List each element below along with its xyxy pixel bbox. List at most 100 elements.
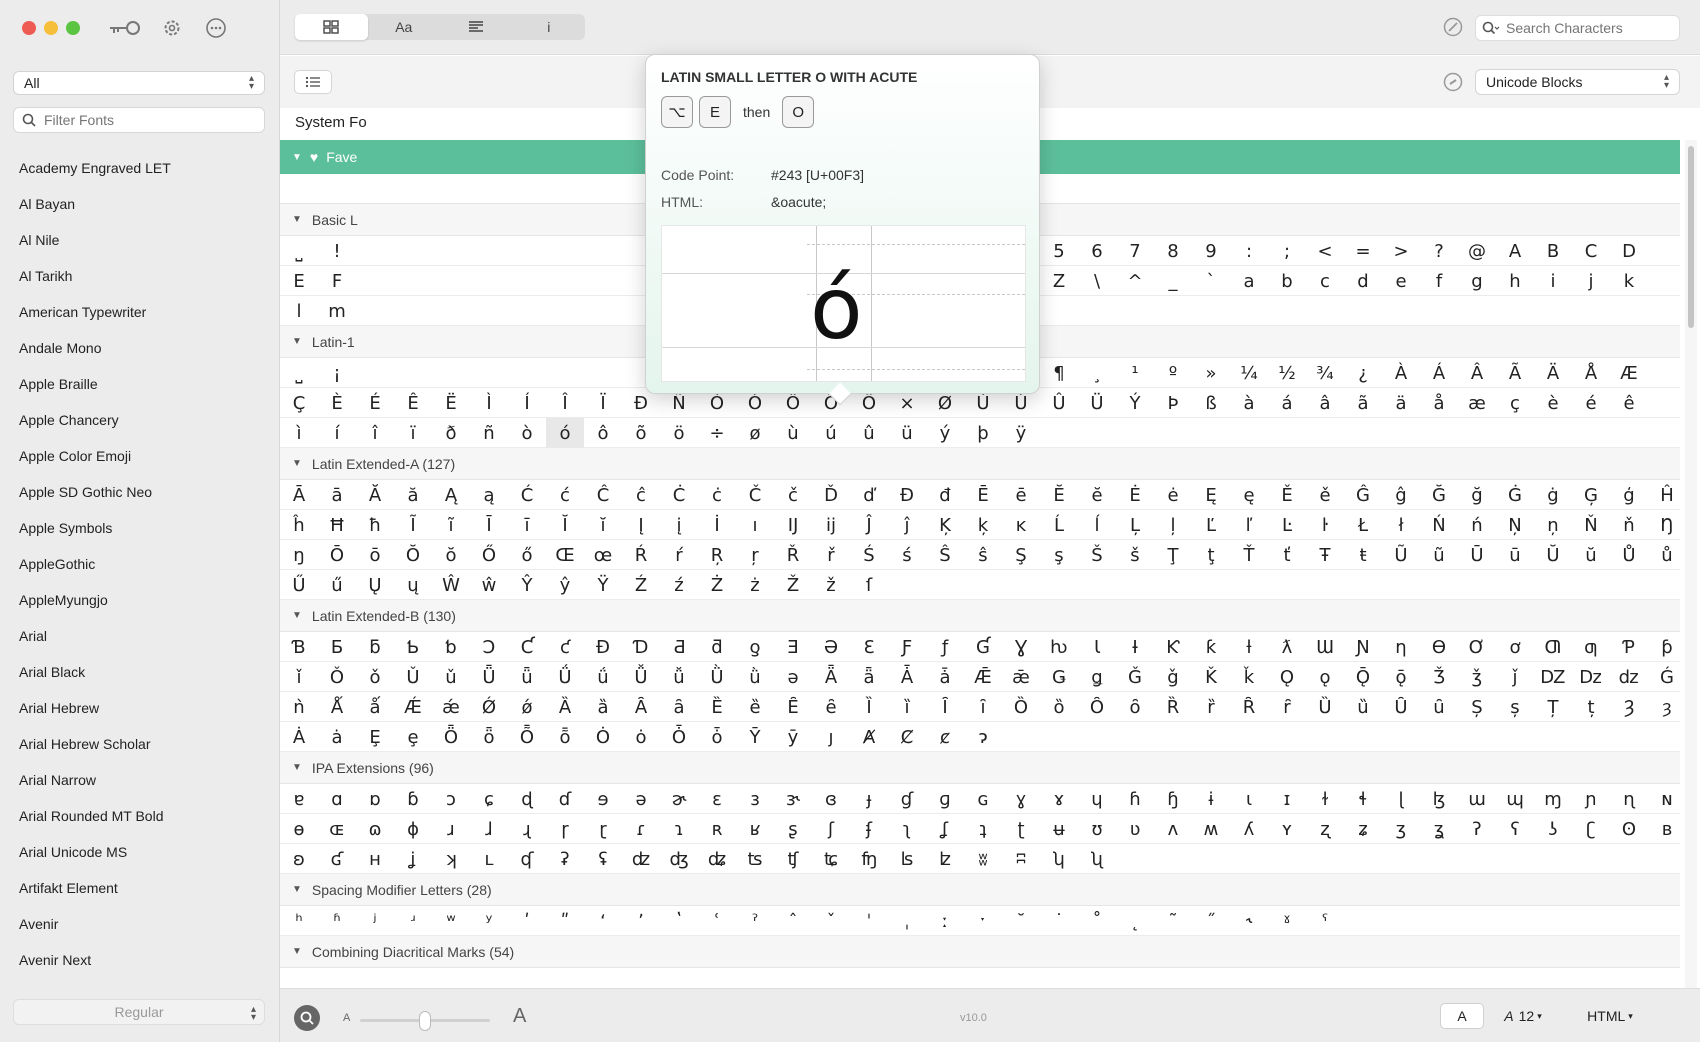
character-cell[interactable]: ¼ (1230, 358, 1268, 388)
font-variant-button[interactable]: A (1440, 1003, 1484, 1029)
character-cell[interactable]: ù (774, 418, 812, 448)
character-cell-hidden[interactable] (584, 296, 622, 326)
character-cell[interactable]: ˝ (1192, 906, 1230, 936)
character-cell[interactable]: ƅ (432, 632, 470, 662)
character-cell[interactable]: Ɔ (470, 632, 508, 662)
character-cell[interactable]: à (1230, 388, 1268, 418)
character-cell[interactable]: Ȁ (546, 692, 584, 722)
character-cell[interactable]: ɣ (1002, 784, 1040, 814)
character-cell[interactable]: Ǜ (698, 662, 736, 692)
character-cell[interactable]: Ǒ (318, 662, 356, 692)
character-cell[interactable]: ɜ (736, 784, 774, 814)
character-cell[interactable]: ǒ (356, 662, 394, 692)
character-cell[interactable]: Ğ (1420, 480, 1458, 510)
character-cell[interactable]: ĉ (622, 480, 660, 510)
character-cell[interactable]: ƍ (736, 632, 774, 662)
character-cell-hidden[interactable] (470, 266, 508, 296)
character-cell[interactable]: â (1306, 388, 1344, 418)
character-cell[interactable]: ˛ (1116, 906, 1154, 936)
character-cell[interactable]: ǿ (508, 692, 546, 722)
character-cell[interactable]: Ĭ (546, 510, 584, 540)
character-cell[interactable]: Ⱥ (850, 722, 888, 752)
character-cell[interactable]: Ɗ (622, 632, 660, 662)
character-cell[interactable]: Å (1572, 358, 1610, 388)
character-cell[interactable]: ş (1040, 540, 1078, 570)
character-cell[interactable]: e (1382, 266, 1420, 296)
zoom-window-button[interactable] (66, 21, 80, 35)
character-cell[interactable]: = (1344, 236, 1382, 266)
character-cell[interactable]: æ (1458, 388, 1496, 418)
character-cell[interactable]: ǳ (1610, 662, 1648, 692)
character-cell[interactable]: Ā (280, 480, 318, 510)
character-cell[interactable]: Ȋ (926, 692, 964, 722)
character-cell[interactable]: ˞ (1230, 906, 1268, 936)
character-cell[interactable]: ʆ (926, 814, 964, 844)
character-cell-hidden[interactable] (356, 266, 394, 296)
character-cell[interactable]: ū (1496, 540, 1534, 570)
character-cell[interactable]: Ƒ (888, 632, 926, 662)
character-cell[interactable]: ó (546, 418, 584, 448)
character-cell[interactable]: į (660, 510, 698, 540)
character-cell[interactable]: ĺ (1078, 510, 1116, 540)
character-cell[interactable]: ȇ (812, 692, 850, 722)
character-cell[interactable]: ɶ (318, 814, 356, 844)
character-cell[interactable]: ð (432, 418, 470, 448)
character-cell[interactable]: ɾ (622, 814, 660, 844)
character-cell[interactable]: Ȃ (622, 692, 660, 722)
character-cell[interactable]: ˆ (774, 906, 812, 936)
character-cell[interactable]: ˑ (964, 906, 1002, 936)
character-cell[interactable]: ʝ (394, 844, 432, 874)
font-list-item[interactable]: Apple Color Emoji (0, 438, 280, 474)
character-cell[interactable]: ʊ (1078, 814, 1116, 844)
character-cell[interactable]: ʼ (622, 906, 660, 936)
character-cell[interactable]: Ȭ (508, 722, 546, 752)
character-cell[interactable]: ʡ (546, 844, 584, 874)
character-cell[interactable]: ɛ (698, 784, 736, 814)
character-cell[interactable]: ʚ (280, 844, 318, 874)
character-cell[interactable]: Ê (394, 388, 432, 418)
character-cell[interactable]: Ĵ (850, 510, 888, 540)
close-window-button[interactable] (22, 21, 36, 35)
character-cell[interactable]: Č (736, 480, 774, 510)
character-cell[interactable]: Ė (1116, 480, 1154, 510)
character-cell[interactable]: ʱ (318, 906, 356, 936)
character-cell[interactable]: Ǝ (774, 632, 812, 662)
character-cell[interactable]: ā (318, 480, 356, 510)
character-cell[interactable]: B (1534, 236, 1572, 266)
character-cell[interactable]: ò (508, 418, 546, 448)
character-cell[interactable]: ĭ (584, 510, 622, 540)
character-cell[interactable]: ɒ (356, 784, 394, 814)
character-cell[interactable]: ø (736, 418, 774, 448)
character-cell[interactable]: ƛ (1268, 632, 1306, 662)
character-cell[interactable]: ʈ (1002, 814, 1040, 844)
character-cell[interactable]: ǩ (1230, 662, 1268, 692)
character-cell-hidden[interactable] (546, 236, 584, 266)
character-cell[interactable]: Û (1040, 388, 1078, 418)
character-cell[interactable]: Ȕ (1306, 692, 1344, 722)
character-cell[interactable]: Ǽ (394, 692, 432, 722)
character-cell[interactable]: ˇ (812, 906, 850, 936)
character-cell[interactable]: ú (812, 418, 850, 448)
character-cell[interactable]: À (1382, 358, 1420, 388)
character-cell[interactable]: ņ (1534, 510, 1572, 540)
character-cell[interactable]: ƌ (698, 632, 736, 662)
character-cell[interactable]: l (280, 296, 318, 326)
character-cell[interactable]: ! (318, 236, 356, 266)
character-cell[interactable]: ɼ (546, 814, 584, 844)
character-cell-hidden[interactable] (508, 296, 546, 326)
font-list-item[interactable]: AppleMyungjo (0, 582, 280, 618)
character-cell[interactable]: ǥ (1078, 662, 1116, 692)
font-list-item[interactable]: Al Nile (0, 222, 280, 258)
font-list-item[interactable]: Al Bayan (0, 186, 280, 222)
character-cell[interactable]: ǟ (850, 662, 888, 692)
zoom-button[interactable] (294, 1005, 320, 1031)
character-cell-hidden[interactable] (584, 266, 622, 296)
character-cell[interactable]: ɹ (432, 814, 470, 844)
character-cell[interactable]: ȋ (964, 692, 1002, 722)
character-cell-hidden[interactable] (546, 358, 584, 388)
section-header[interactable]: ▼ Spacing Modifier Letters (28) (280, 874, 1680, 906)
character-cell[interactable]: ʌ (1154, 814, 1192, 844)
character-cell[interactable]: ŀ (1306, 510, 1344, 540)
character-cell[interactable]: 6 (1078, 236, 1116, 266)
character-cell[interactable]: Ȉ (850, 692, 888, 722)
